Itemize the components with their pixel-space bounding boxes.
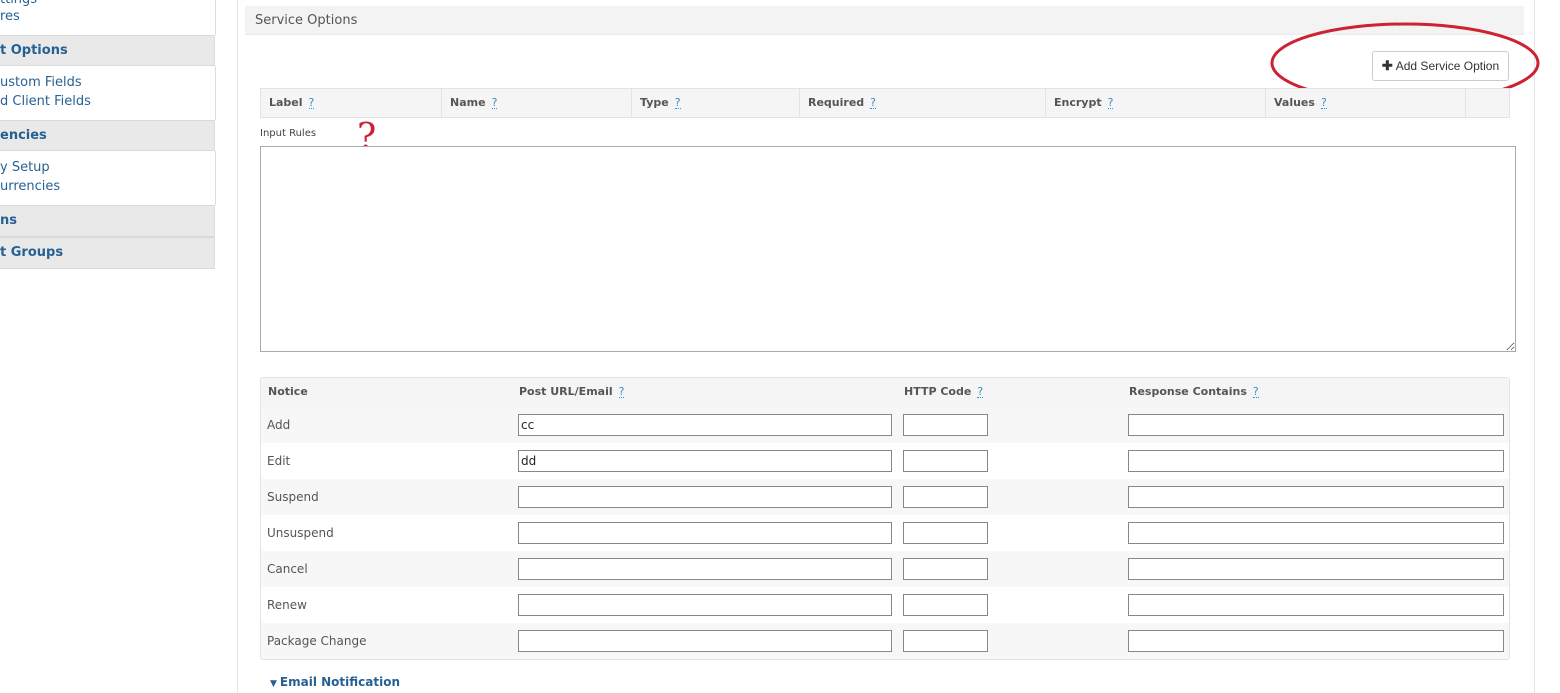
help-icon[interactable]: ? <box>977 386 984 398</box>
sidebar-heading-currencies[interactable]: encies <box>0 120 215 151</box>
column-header-post-url: Post URL/Email? <box>519 385 625 398</box>
row-label: Renew <box>267 598 307 612</box>
column-header-label: Label? <box>261 89 442 117</box>
service-options-table: Label? Name? Type? Required? Encrypt? Va… <box>260 88 1510 118</box>
post-url-input[interactable] <box>518 522 892 544</box>
post-url-input[interactable] <box>518 450 892 472</box>
response-contains-input[interactable] <box>1128 594 1504 616</box>
help-icon[interactable]: ? <box>308 97 315 109</box>
post-url-input[interactable] <box>518 630 892 652</box>
notice-table: Notice Post URL/Email? HTTP Code? Respon… <box>260 377 1510 660</box>
table-row: Add <box>261 407 1509 443</box>
sidebar-link-custom-fields[interactable]: ustom Fields <box>0 75 82 90</box>
help-icon[interactable]: ? <box>618 386 625 398</box>
email-notification-toggle[interactable]: ▼ Email Notification <box>270 675 400 689</box>
post-url-input[interactable] <box>518 558 892 580</box>
help-icon[interactable]: ? <box>1252 386 1259 398</box>
sidebar-heading-client-groups[interactable]: t Groups <box>0 237 215 269</box>
help-icon[interactable]: ? <box>491 97 498 109</box>
table-row: Renew <box>261 587 1509 623</box>
sidebar-heading-plugins[interactable]: ns <box>0 205 215 237</box>
column-header-response-contains: Response Contains? <box>1129 385 1259 398</box>
http-code-input[interactable] <box>903 414 988 436</box>
row-label: Package Change <box>267 634 367 648</box>
response-contains-input[interactable] <box>1128 486 1504 508</box>
http-code-input[interactable] <box>903 522 988 544</box>
response-contains-input[interactable] <box>1128 630 1504 652</box>
http-code-input[interactable] <box>903 630 988 652</box>
email-notification-label: Email Notification <box>279 675 401 689</box>
column-header-values: Values? <box>1266 89 1466 117</box>
help-icon[interactable]: ? <box>674 97 681 109</box>
row-label: Unsuspend <box>267 526 334 540</box>
table-row: Edit <box>261 443 1509 479</box>
column-header-notice: Notice <box>268 385 308 398</box>
plus-icon: ✚ <box>1381 58 1393 73</box>
post-url-input[interactable] <box>518 486 892 508</box>
post-url-input[interactable] <box>518 414 892 436</box>
http-code-input[interactable] <box>903 450 988 472</box>
row-label: Edit <box>267 454 291 468</box>
http-code-input[interactable] <box>903 558 988 580</box>
column-header-required: Required? <box>800 89 1046 117</box>
sidebar-heading-product-options[interactable]: t Options <box>0 35 215 66</box>
row-label: Cancel <box>267 562 308 576</box>
http-code-input[interactable] <box>903 486 988 508</box>
table-row: Package Change <box>261 623 1509 659</box>
help-icon[interactable]: ? <box>870 97 877 109</box>
section-title: Service Options <box>245 6 1524 35</box>
row-label: Suspend <box>267 490 319 504</box>
http-code-input[interactable] <box>903 594 988 616</box>
sidebar-link-currencies[interactable]: urrencies <box>0 179 60 194</box>
sidebar: ttings res t Options ustom Fields d Clie… <box>0 0 216 693</box>
response-contains-input[interactable] <box>1128 558 1504 580</box>
response-contains-input[interactable] <box>1128 522 1504 544</box>
column-header-encrypt: Encrypt? <box>1046 89 1266 117</box>
response-contains-input[interactable] <box>1128 414 1504 436</box>
sidebar-link-client-fields[interactable]: d Client Fields <box>0 94 91 109</box>
row-label: Add <box>267 418 291 432</box>
table-row: Unsuspend <box>261 515 1509 551</box>
help-icon[interactable]: ? <box>1107 97 1114 109</box>
add-service-option-label: Add Service Option <box>1395 59 1500 73</box>
sidebar-link-settings[interactable]: ttings <box>0 0 37 7</box>
add-service-option-button[interactable]: ✚ Add Service Option <box>1372 51 1509 81</box>
post-url-input[interactable] <box>518 594 892 616</box>
column-header-name: Name? <box>442 89 632 117</box>
help-icon[interactable]: ? <box>1320 97 1327 109</box>
notice-table-header: Notice Post URL/Email? HTTP Code? Respon… <box>261 378 1509 408</box>
table-row: Cancel <box>261 551 1509 587</box>
column-header-http-code: HTTP Code? <box>904 385 984 398</box>
sidebar-link-features[interactable]: res <box>0 9 20 24</box>
sidebar-link-currency-setup[interactable]: y Setup <box>0 160 50 175</box>
caret-down-icon: ▼ <box>270 679 277 689</box>
response-contains-input[interactable] <box>1128 450 1504 472</box>
table-row: Suspend <box>261 479 1509 515</box>
input-rules-label: Input Rules <box>260 128 317 139</box>
input-rules-textarea[interactable] <box>260 146 1516 352</box>
column-header-type: Type? <box>632 89 800 117</box>
